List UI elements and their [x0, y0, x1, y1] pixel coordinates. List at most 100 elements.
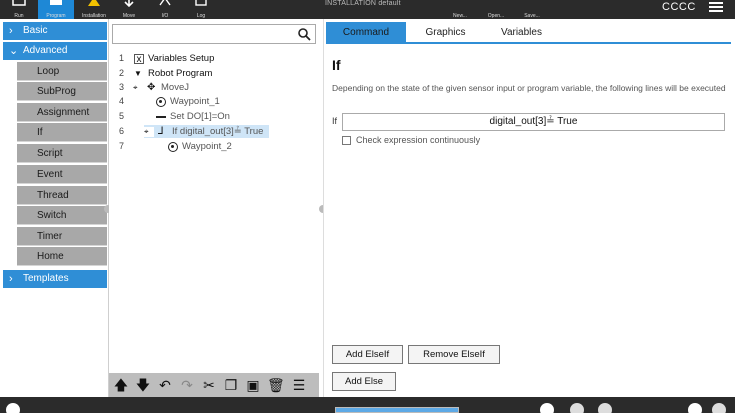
toggle-knob-icon[interactable]	[712, 403, 726, 413]
line-number: 5	[119, 111, 125, 121]
hamburger-menu-icon[interactable]	[709, 2, 723, 12]
tab-variables[interactable]: Variables	[484, 22, 559, 44]
category-basic[interactable]: › Basic	[3, 22, 107, 40]
command-panel: Command Graphics Variables If Depending …	[323, 19, 735, 397]
line-number: 4	[119, 96, 125, 106]
tree-row-label: If digital_out[3]≟ True	[172, 126, 264, 137]
node-item-label: Switch	[37, 210, 67, 221]
remove-elseif-button[interactable]: Remove ElseIf	[408, 345, 500, 364]
tab-graphics[interactable]: Graphics	[408, 22, 483, 44]
installation-indicator: INSTALLATION default	[325, 0, 401, 7]
tree-row-label: Set DO[1]=On	[170, 111, 230, 122]
line-number: 2	[119, 68, 125, 78]
redo-icon[interactable]: ↷	[179, 377, 195, 393]
variables-icon: x	[134, 53, 144, 64]
node-item-home[interactable]: Home	[17, 247, 107, 266]
cut-icon[interactable]: ✂	[201, 377, 217, 393]
line-number: 7	[119, 141, 125, 151]
installation-tab-button[interactable]: Installation	[76, 0, 112, 19]
tab-command[interactable]: Command	[326, 22, 406, 44]
add-else-button[interactable]: Add Else	[332, 372, 396, 391]
node-item-subprog[interactable]: SubProg	[17, 82, 107, 101]
node-item-script[interactable]: Script	[17, 144, 107, 163]
step-icon[interactable]	[570, 403, 584, 413]
move-tab-button[interactable]: Move	[114, 0, 144, 19]
node-item-event[interactable]: Event	[17, 165, 107, 184]
open-program-button[interactable]: Open...	[482, 0, 510, 19]
tree-row-label: Robot Program	[148, 68, 213, 79]
tree-row[interactable]: 3 ⌖ ✥ MoveJ	[109, 81, 319, 94]
node-item-label: Loop	[37, 66, 60, 77]
paste-icon[interactable]: ▣	[245, 377, 261, 393]
tab-label: Graphics	[425, 27, 466, 38]
node-item-switch[interactable]: Switch	[17, 206, 107, 225]
tree-search-input[interactable]	[112, 24, 316, 44]
line-number: 3	[119, 82, 125, 92]
tab-label: Variables	[501, 27, 542, 38]
log-icon	[195, 0, 207, 6]
chevron-right-icon: ›	[9, 25, 13, 37]
move-down-icon[interactable]: 🡇	[135, 377, 151, 393]
tree-row[interactable]: 2 ▼ Robot Program	[109, 67, 319, 80]
speed-slider[interactable]	[335, 407, 459, 413]
collapse-triangle-icon[interactable]: ▼	[134, 69, 144, 79]
command-title: If	[332, 57, 341, 73]
if-icon: ⅃	[158, 125, 164, 137]
tree-row-label: Waypoint_2	[182, 141, 232, 152]
move-icon	[124, 0, 134, 7]
power-icon[interactable]	[6, 403, 20, 413]
program-tree-panel: 1 x Variables Setup 2 ▼ Robot Program 3 …	[109, 19, 321, 397]
node-item-label: Script	[37, 148, 63, 159]
node-item-timer[interactable]: Timer	[17, 227, 107, 246]
simulation-toggle-icon[interactable]	[688, 403, 702, 413]
tree-row-selected[interactable]: 6 ⌖ ⅃ If digital_out[3]≟ True	[109, 125, 319, 138]
collapse-toggle-icon[interactable]: ⌖	[133, 83, 143, 93]
io-tab-button[interactable]: I/O	[150, 0, 180, 19]
suppress-icon[interactable]: ☰	[291, 377, 307, 393]
chevron-right-icon: ›	[9, 273, 13, 285]
copy-icon[interactable]: ❐	[223, 377, 239, 393]
play-icon[interactable]	[540, 403, 554, 413]
chevron-down-icon: ⌄	[9, 45, 19, 57]
node-item-loop[interactable]: Loop	[17, 62, 107, 81]
node-item-label: Timer	[37, 231, 63, 242]
category-templates[interactable]: › Templates	[3, 270, 107, 288]
search-icon[interactable]	[298, 28, 311, 41]
delete-icon[interactable]: 🗑	[267, 377, 285, 393]
program-node-categories: › Basic ⌄ Advanced Loop SubProg Assignme…	[0, 19, 112, 397]
node-item-assignment[interactable]: Assignment	[17, 103, 107, 122]
tab-label: Command	[342, 27, 390, 38]
node-item-if[interactable]: If	[17, 123, 107, 142]
node-item-label: If	[37, 127, 43, 138]
move-icon: ✥	[147, 81, 156, 93]
category-basic-label: Basic	[23, 25, 48, 36]
new-program-button[interactable]: New...	[446, 0, 474, 19]
line-number: 1	[119, 53, 125, 63]
tree-row[interactable]: 1 x Variables Setup	[109, 52, 319, 65]
stop-icon[interactable]	[598, 403, 612, 413]
tree-row[interactable]: 5 Set DO[1]=On	[109, 110, 319, 123]
program-tab-button[interactable]: Program	[38, 0, 74, 19]
check-continuously-checkbox[interactable]	[342, 136, 351, 145]
category-advanced[interactable]: ⌄ Advanced	[3, 42, 107, 60]
move-up-icon[interactable]: 🡅	[113, 377, 129, 393]
undo-icon[interactable]: ↶	[157, 377, 173, 393]
node-item-thread[interactable]: Thread	[17, 186, 107, 205]
node-item-label: Thread	[37, 190, 69, 201]
tree-row[interactable]: 4 Waypoint_1	[109, 95, 319, 108]
tree-row-label: Waypoint_1	[170, 96, 220, 107]
collapse-toggle-icon[interactable]: ⌖	[144, 126, 154, 137]
if-label: If	[332, 116, 338, 126]
tree-row-label: Variables Setup	[148, 53, 215, 64]
category-advanced-label: Advanced	[23, 45, 68, 56]
log-tab-button[interactable]: Log	[186, 0, 216, 19]
program-icon	[50, 0, 62, 5]
tree-row[interactable]: 7 Waypoint_2	[109, 140, 319, 153]
save-program-button[interactable]: Save...	[518, 0, 546, 19]
user-name[interactable]: CCCC	[662, 1, 696, 13]
run-tab-button[interactable]: Run	[0, 0, 38, 19]
node-item-label: Home	[37, 251, 64, 262]
add-elseif-button[interactable]: Add ElseIf	[332, 345, 403, 364]
io-icon	[159, 0, 171, 6]
expression-field[interactable]: digital_out[3]≟ True	[342, 113, 725, 131]
